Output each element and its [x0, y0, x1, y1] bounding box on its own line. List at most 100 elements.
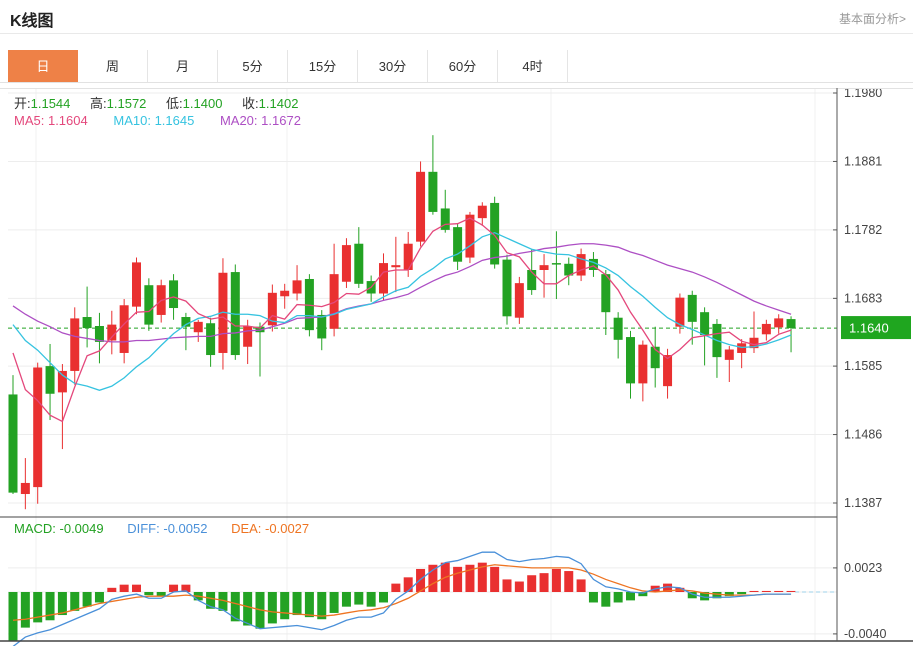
- kline-chart-canvas[interactable]: 1.19801.18811.17821.16831.15851.14861.13…: [0, 88, 913, 646]
- candle[interactable]: [540, 254, 549, 298]
- macd-axis-label: 0.0023: [844, 561, 882, 575]
- title-divider: [0, 33, 913, 34]
- candle[interactable]: [638, 341, 647, 402]
- macd-hist-bar: [527, 575, 536, 592]
- tab-日[interactable]: 日: [8, 50, 78, 83]
- open-label: 开:: [14, 96, 31, 111]
- candle[interactable]: [144, 278, 153, 331]
- macd-hist-bar: [132, 585, 141, 592]
- macd-hist-bar: [169, 585, 178, 592]
- candle[interactable]: [181, 313, 190, 350]
- candle[interactable]: [577, 249, 586, 281]
- interval-tabs: 日周月5分15分30分60分4时: [8, 50, 568, 83]
- candle[interactable]: [9, 375, 18, 494]
- tab-5分[interactable]: 5分: [218, 50, 288, 83]
- last-price-badge-value: 1.1640: [849, 321, 889, 336]
- macd-hist-bar: [330, 592, 339, 613]
- candle[interactable]: [391, 237, 400, 292]
- macd-label: MACD:: [14, 521, 56, 536]
- macd-hist-bar: [577, 579, 586, 592]
- low-value: 1.1400: [183, 96, 223, 111]
- price-axis-label: 1.1683: [844, 291, 882, 305]
- candle[interactable]: [46, 344, 55, 420]
- macd-hist-bar: [589, 592, 598, 602]
- close-value: 1.1402: [259, 96, 299, 111]
- tab-周[interactable]: 周: [78, 50, 148, 83]
- tabbar-divider: [0, 82, 913, 83]
- candle[interactable]: [416, 161, 425, 246]
- candle[interactable]: [626, 331, 635, 399]
- macd-hist-bar: [564, 571, 573, 592]
- candle[interactable]: [737, 339, 746, 368]
- candle[interactable]: [725, 346, 734, 382]
- tab-15分[interactable]: 15分: [288, 50, 358, 83]
- candle[interactable]: [95, 313, 104, 363]
- candle[interactable]: [787, 316, 796, 352]
- candle[interactable]: [120, 299, 129, 363]
- candle[interactable]: [774, 314, 783, 333]
- open-value: 1.1544: [31, 96, 71, 111]
- tab-4时[interactable]: 4时: [498, 50, 568, 83]
- macd-hist-bar: [404, 577, 413, 592]
- macd-hist-bar: [280, 592, 289, 619]
- macd-hist-bar: [515, 582, 524, 592]
- candle[interactable]: [354, 227, 363, 288]
- diff-value: -0.0052: [163, 521, 207, 536]
- candle[interactable]: [614, 312, 623, 358]
- candle[interactable]: [21, 458, 30, 509]
- macd-hist-bar: [737, 592, 746, 594]
- ma5-label: MA5:: [14, 113, 44, 128]
- macd-hist-bar: [367, 592, 376, 607]
- candle[interactable]: [515, 277, 524, 324]
- candle[interactable]: [564, 258, 573, 286]
- macd-hist-bar: [293, 592, 302, 615]
- macd-hist-bar: [540, 573, 549, 592]
- candle[interactable]: [552, 231, 561, 299]
- candle[interactable]: [762, 320, 771, 341]
- candle[interactable]: [231, 264, 240, 359]
- candle[interactable]: [478, 202, 487, 226]
- macd-hist-bar: [95, 592, 104, 602]
- macd-hist-bar: [391, 584, 400, 592]
- price-axis-label: 1.1782: [844, 223, 882, 237]
- candle[interactable]: [712, 319, 721, 378]
- price-axis-label: 1.1881: [844, 154, 882, 168]
- fundamental-analysis-link[interactable]: 基本面分析>: [839, 10, 906, 27]
- ma5-value: 1.1604: [48, 113, 88, 128]
- tab-月[interactable]: 月: [148, 50, 218, 83]
- candle[interactable]: [107, 311, 116, 355]
- candle[interactable]: [194, 320, 203, 342]
- candle[interactable]: [651, 327, 660, 388]
- low-label: 低:: [166, 96, 183, 111]
- candle[interactable]: [453, 223, 462, 270]
- macd-hist-bar: [453, 567, 462, 592]
- candle[interactable]: [70, 307, 79, 384]
- ma20-line: [13, 244, 791, 342]
- candle[interactable]: [280, 284, 289, 309]
- candle[interactable]: [428, 135, 437, 215]
- dea-line: [13, 565, 791, 621]
- macd-hist-bar: [787, 591, 796, 592]
- macd-hist-bar: [268, 592, 277, 623]
- macd-hist-bar: [144, 592, 153, 595]
- macd-legend: MACD: -0.0049 DIFF: -0.0052 DEA: -0.0027: [14, 521, 329, 536]
- macd-hist-bar: [626, 592, 635, 600]
- candle[interactable]: [342, 238, 351, 288]
- ma5-line: [13, 218, 791, 421]
- macd-hist-bar: [379, 592, 388, 602]
- macd-hist-bar: [503, 579, 512, 592]
- candle[interactable]: [206, 318, 215, 367]
- candle[interactable]: [503, 255, 512, 325]
- candle[interactable]: [293, 265, 302, 300]
- macd-hist-bar: [107, 588, 116, 592]
- candle[interactable]: [268, 285, 277, 332]
- tab-30分[interactable]: 30分: [358, 50, 428, 83]
- macd-hist-bar: [231, 592, 240, 621]
- candle[interactable]: [330, 244, 339, 337]
- kline-widget: K线图 基本面分析> 日周月5分15分30分60分4时 开:1.1544 高:1…: [0, 0, 913, 646]
- candle[interactable]: [132, 258, 141, 315]
- tab-60分[interactable]: 60分: [428, 50, 498, 83]
- candle[interactable]: [33, 363, 42, 504]
- macd-hist-bar: [601, 592, 610, 607]
- dea-value: -0.0027: [265, 521, 309, 536]
